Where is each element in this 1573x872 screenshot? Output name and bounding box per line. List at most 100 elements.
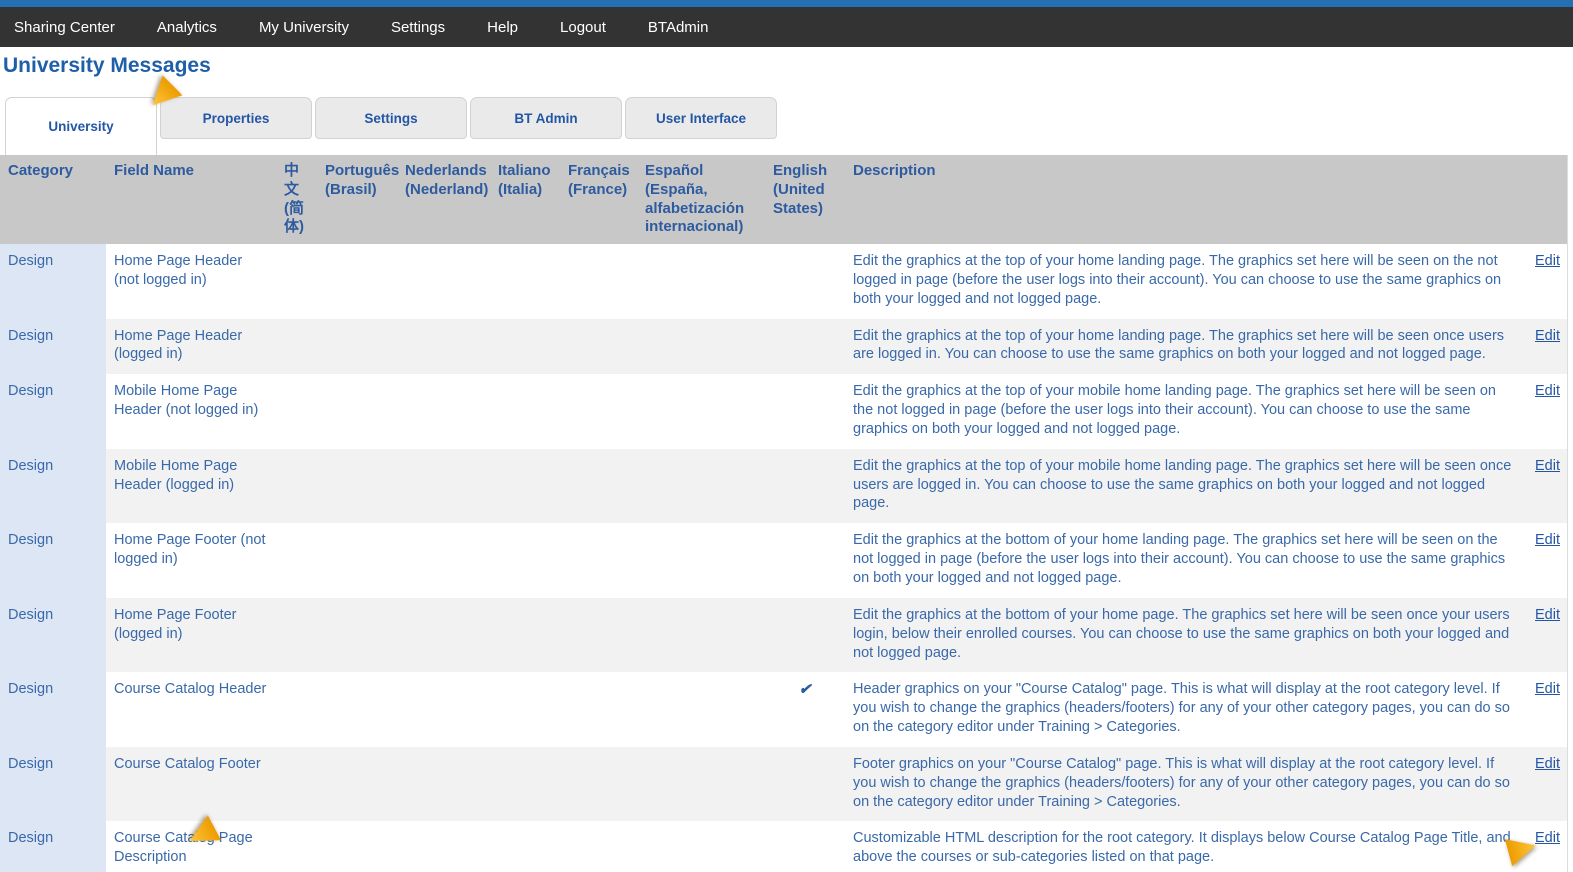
top-nav: Sharing Center Analytics My University S… bbox=[0, 7, 1573, 47]
table-body: Design Home Page Header (not logged in) … bbox=[0, 244, 1567, 872]
tab-settings[interactable]: Settings bbox=[315, 97, 467, 139]
field-name-cell: Mobile Home Page Header (logged in) bbox=[114, 457, 238, 493]
check-english-cell bbox=[765, 374, 845, 449]
tab-bar: University Properties Settings BT Admin … bbox=[0, 97, 1573, 155]
check-dutch-cell bbox=[397, 598, 490, 673]
description-cell: Customizable HTML description for the ro… bbox=[853, 830, 1511, 866]
check-spanish-cell bbox=[637, 244, 765, 319]
category-cell: Design bbox=[0, 374, 106, 449]
messages-table: Category Field Name 中文(简体) Português (Br… bbox=[0, 155, 1567, 872]
field-name-cell: Course Catalog Header bbox=[114, 681, 267, 698]
check-portuguese-cell bbox=[317, 374, 397, 449]
check-portuguese-cell bbox=[317, 821, 397, 872]
category-cell: Design bbox=[0, 821, 106, 872]
field-name-cell: Home Page Footer (logged in) bbox=[114, 606, 237, 642]
check-french-cell bbox=[560, 523, 637, 598]
edit-link[interactable]: Edit bbox=[1535, 383, 1560, 399]
col-header-italian: Italiano (Italia) bbox=[490, 155, 560, 244]
table-row: Design Mobile Home Page Header (not logg… bbox=[0, 374, 1567, 449]
nav-settings[interactable]: Settings bbox=[391, 19, 445, 36]
col-header-dutch: Nederlands (Nederland) bbox=[397, 155, 490, 244]
field-name-cell: Course Catalog Page Description bbox=[114, 830, 253, 866]
nav-analytics[interactable]: Analytics bbox=[157, 19, 217, 36]
field-name-cell: Home Page Footer (not logged in) bbox=[114, 532, 266, 568]
edit-link[interactable]: Edit bbox=[1535, 830, 1560, 846]
check-italian-cell bbox=[490, 244, 560, 319]
category-cell: Design bbox=[0, 244, 106, 319]
category-cell: Design bbox=[0, 448, 106, 524]
tab-user-interface[interactable]: User Interface bbox=[625, 97, 777, 139]
page-title: University Messages bbox=[3, 54, 211, 77]
table-row: Design Course Catalog Footer Footer grap… bbox=[0, 746, 1567, 822]
check-english-cell bbox=[765, 449, 845, 524]
table-row: Design Course Catalog Header ✔ Header gr… bbox=[0, 672, 1567, 747]
check-spanish-cell bbox=[637, 449, 765, 524]
table-row: Design Course Catalog Page Description C… bbox=[0, 821, 1567, 872]
nav-sharing-center[interactable]: Sharing Center bbox=[14, 19, 115, 36]
category-cell: Design bbox=[0, 597, 106, 673]
check-spanish-cell bbox=[637, 672, 765, 747]
check-spanish-cell bbox=[637, 523, 765, 598]
check-chinese-cell bbox=[276, 747, 317, 822]
check-spanish-cell bbox=[637, 319, 765, 375]
check-italian-cell bbox=[490, 598, 560, 673]
check-english-cell: ✔ bbox=[798, 681, 812, 699]
check-spanish-cell bbox=[637, 747, 765, 822]
check-spanish-cell bbox=[637, 821, 765, 872]
table-header-row: Category Field Name 中文(简体) Português (Br… bbox=[0, 155, 1567, 244]
col-header-english: English (United States) bbox=[765, 155, 845, 244]
nav-btadmin[interactable]: BTAdmin bbox=[648, 19, 709, 36]
check-dutch-cell bbox=[397, 747, 490, 822]
tab-university[interactable]: University bbox=[5, 97, 157, 155]
table-row: Design Mobile Home Page Header (logged i… bbox=[0, 448, 1567, 524]
check-english-cell bbox=[765, 821, 845, 872]
col-header-spanish: Español (España, alfabetización internac… bbox=[637, 155, 765, 244]
check-french-cell bbox=[560, 598, 637, 673]
field-name-cell: Home Page Header (not logged in) bbox=[114, 253, 243, 288]
col-header-field-name: Field Name bbox=[106, 155, 276, 244]
col-header-chinese: 中文(简体) bbox=[276, 155, 317, 244]
check-french-cell bbox=[560, 672, 637, 747]
table-right-edge bbox=[1567, 155, 1568, 872]
check-chinese-cell bbox=[276, 598, 317, 673]
edit-link[interactable]: Edit bbox=[1535, 681, 1560, 697]
check-dutch-cell bbox=[397, 244, 490, 319]
field-name-cell: Course Catalog Footer bbox=[114, 755, 261, 772]
check-portuguese-cell bbox=[317, 319, 397, 375]
field-name-cell: Home Page Header (logged in) bbox=[114, 327, 243, 363]
check-italian-cell bbox=[490, 449, 560, 524]
nav-my-university[interactable]: My University bbox=[259, 19, 349, 36]
edit-link[interactable]: Edit bbox=[1535, 328, 1560, 344]
check-english-cell bbox=[765, 747, 845, 822]
col-header-portuguese: Português (Brasil) bbox=[317, 155, 399, 244]
nav-help[interactable]: Help bbox=[487, 19, 518, 36]
nav-logout[interactable]: Logout bbox=[560, 19, 606, 36]
table-row: Design Home Page Header (not logged in) … bbox=[0, 244, 1567, 319]
edit-link[interactable]: Edit bbox=[1535, 458, 1560, 474]
check-french-cell bbox=[560, 319, 637, 375]
col-header-french: Français (France) bbox=[560, 155, 637, 244]
description-cell: Edit the graphics at the bottom of your … bbox=[853, 532, 1506, 586]
tab-bt-admin[interactable]: BT Admin bbox=[470, 97, 622, 139]
check-chinese-cell bbox=[276, 374, 317, 449]
edit-link[interactable]: Edit bbox=[1535, 253, 1560, 269]
check-portuguese-cell bbox=[317, 523, 397, 598]
check-dutch-cell bbox=[397, 523, 490, 598]
category-cell: Design bbox=[0, 672, 106, 747]
check-english-cell bbox=[765, 523, 845, 598]
tab-properties[interactable]: Properties bbox=[160, 97, 312, 139]
description-cell: Edit the graphics at the top of your mob… bbox=[853, 457, 1512, 512]
edit-link[interactable]: Edit bbox=[1535, 607, 1560, 623]
check-portuguese-cell bbox=[317, 747, 397, 822]
check-italian-cell bbox=[490, 319, 560, 375]
check-french-cell bbox=[560, 747, 637, 822]
edit-link[interactable]: Edit bbox=[1535, 756, 1560, 772]
col-header-category: Category bbox=[0, 155, 106, 244]
table-row: Design Home Page Footer (logged in) Edit… bbox=[0, 597, 1567, 673]
table-row: Design Home Page Header (logged in) Edit… bbox=[0, 318, 1567, 375]
top-accent-bar bbox=[0, 0, 1573, 7]
field-name-cell: Mobile Home Page Header (not logged in) bbox=[114, 383, 259, 419]
edit-link[interactable]: Edit bbox=[1535, 532, 1560, 548]
check-portuguese-cell bbox=[317, 449, 397, 524]
check-italian-cell bbox=[490, 374, 560, 449]
